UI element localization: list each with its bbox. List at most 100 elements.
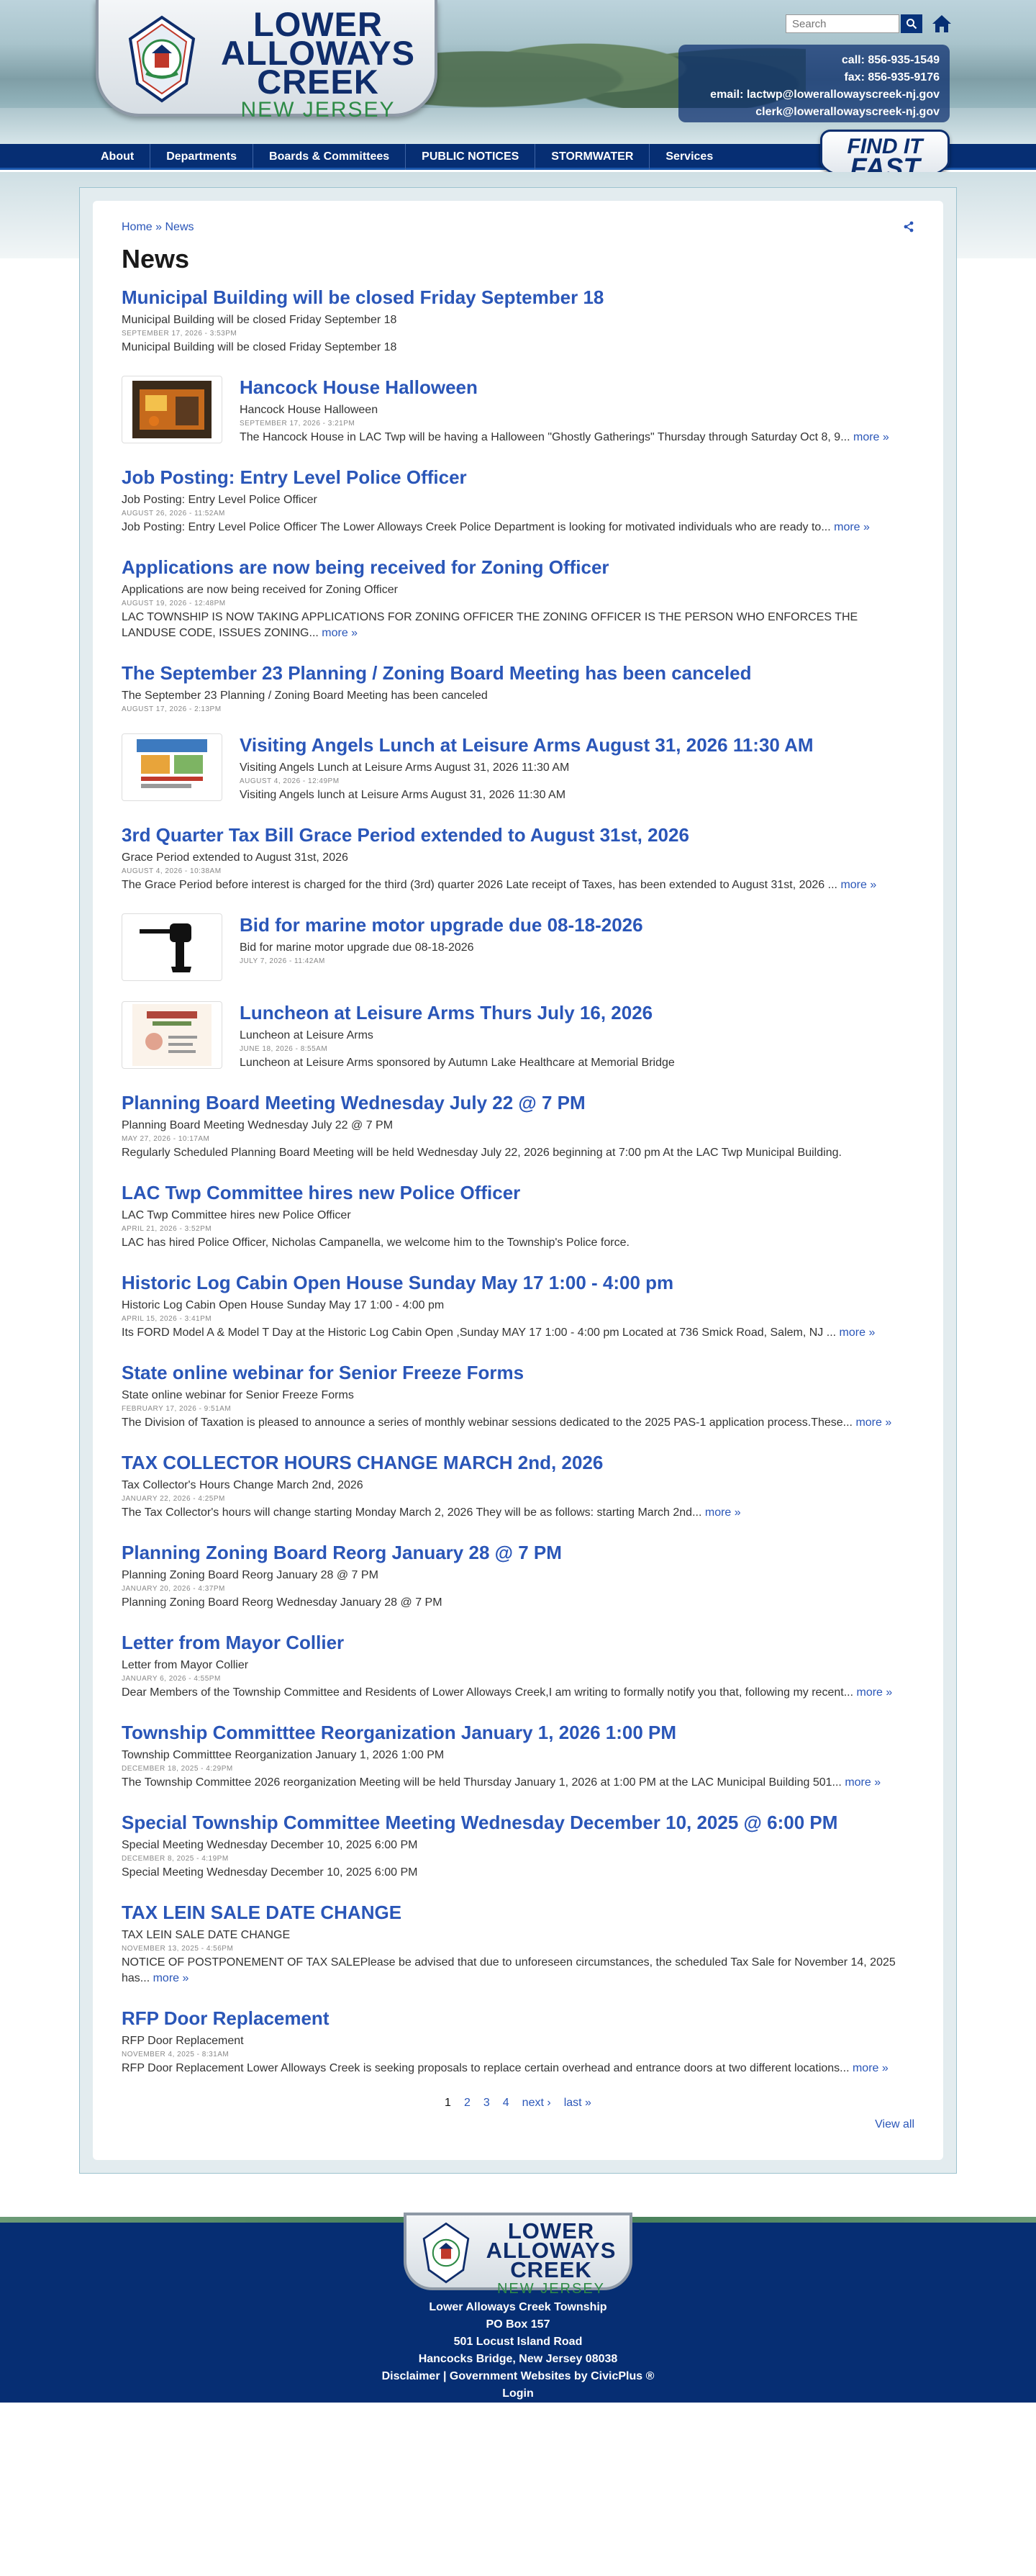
news-item: Letter from Mayor Collier Letter from May… — [122, 1631, 914, 1701]
news-item-summary: Grace Period extended to August 31st, 20… — [122, 851, 348, 864]
site-header: LOWER ALLOWAYS CREEK NEW JERSEY call: 85… — [0, 0, 1036, 144]
news-item: Municipal Building will be closed Friday… — [122, 286, 914, 356]
news-item-title[interactable]: Visiting Angels Lunch at Leisure Arms Au… — [240, 734, 814, 756]
news-item-title[interactable]: Planning Zoning Board Reorg January 28 @… — [122, 1542, 562, 1563]
news-item: Historic Log Cabin Open House Sunday May… — [122, 1271, 914, 1341]
search-bar — [786, 13, 953, 35]
disclaimer-link[interactable]: Disclaimer — [382, 2370, 440, 2382]
contact-clerk-email[interactable]: clerk@lowerallowayscreek-nj.gov — [689, 104, 940, 121]
news-item-body: RFP Door Replacement RFP Door Replacement… — [122, 2007, 914, 2076]
news-item-body: State online webinar for Senior Freeze F… — [122, 1361, 914, 1431]
news-item: LAC Twp Committee hires new Police Offic… — [122, 1181, 914, 1251]
login-link[interactable]: Login — [0, 2385, 1036, 2403]
news-item-title[interactable]: Letter from Mayor Collier — [122, 1632, 344, 1653]
news-item: State online webinar for Senior Freeze F… — [122, 1361, 914, 1431]
more-link[interactable]: more » — [705, 1506, 741, 1519]
news-item-title[interactable]: Special Township Committee Meeting Wedne… — [122, 1812, 837, 1833]
more-link[interactable]: more » — [853, 2062, 889, 2074]
news-item-body: 3rd Quarter Tax Bill Grace Period extend… — [122, 823, 914, 893]
contact-box: call: 856-935-1549 fax: 856-935-9176 ema… — [678, 45, 950, 122]
page-3[interactable]: 3 — [483, 2097, 490, 2110]
news-list: Municipal Building will be closed Friday… — [122, 286, 914, 2076]
news-item-title[interactable]: Hancock House Halloween — [240, 376, 478, 398]
news-item: 3rd Quarter Tax Bill Grace Period extend… — [122, 823, 914, 893]
search-input[interactable] — [786, 14, 899, 33]
view-all-link[interactable]: View all — [875, 2118, 914, 2130]
news-item-date: NOVEMBER 13, 2025 - 4:56PM — [122, 1945, 234, 1953]
news-item: Applications are now being received for … — [122, 556, 914, 641]
page-4[interactable]: 4 — [503, 2097, 509, 2110]
footer-logo[interactable]: LOWER ALLOWAYS CREEK NEW JERSEY — [404, 2213, 632, 2297]
more-link[interactable]: more » — [834, 521, 870, 533]
news-thumbnail[interactable] — [122, 376, 222, 443]
news-item-title[interactable]: 3rd Quarter Tax Bill Grace Period extend… — [122, 824, 689, 846]
news-item-title[interactable]: Bid for marine motor upgrade due 08-18-2… — [240, 914, 643, 936]
nav-item-departments[interactable]: Departments — [150, 144, 254, 170]
contact-phone[interactable]: call: 856-935-1549 — [689, 52, 940, 69]
news-item: The September 23 Planning / Zoning Board… — [122, 661, 914, 713]
news-item-excerpt: LAC TOWNSHIP IS NOW TAKING APPLICATIONS … — [122, 611, 858, 639]
breadcrumb-home[interactable]: Home — [122, 221, 153, 233]
news-item-title[interactable]: Planning Board Meeting Wednesday July 22… — [122, 1092, 586, 1113]
news-item-title[interactable]: TAX COLLECTOR HOURS CHANGE MARCH 2nd, 20… — [122, 1452, 603, 1473]
news-item-date: APRIL 21, 2026 - 3:52PM — [122, 1225, 212, 1233]
news-item-title[interactable]: RFP Door Replacement — [122, 2007, 329, 2029]
search-button[interactable] — [901, 14, 922, 33]
news-item-body: Planning Board Meeting Wednesday July 22… — [122, 1091, 914, 1161]
contact-fax: fax: 856-935-9176 — [844, 71, 940, 83]
news-item-text: NOTICE OF POSTPONEMENT OF TAX SALEPlease… — [122, 1955, 914, 1987]
news-thumbnail[interactable] — [122, 733, 222, 801]
news-item: Job Posting: Entry Level Police Officer J… — [122, 466, 914, 535]
news-item-excerpt: Regularly Scheduled Planning Board Meeti… — [122, 1147, 842, 1159]
more-link[interactable]: more » — [153, 1972, 189, 1984]
more-link[interactable]: more » — [840, 1327, 876, 1339]
more-link[interactable]: more » — [840, 879, 876, 891]
footer-logo-line-3: CREEK — [510, 2257, 592, 2282]
news-item-date: SEPTEMBER 17, 2026 - 3:53PM — [122, 330, 237, 338]
next-page[interactable]: next › — [522, 2097, 551, 2110]
news-item-title[interactable]: Applications are now being received for … — [122, 556, 609, 578]
news-item-date: JANUARY 6, 2026 - 4:55PM — [122, 1675, 221, 1683]
more-link[interactable]: more » — [856, 1686, 892, 1699]
news-item-text: Municipal Building will be closed Friday… — [122, 340, 914, 356]
news-item-title[interactable]: Historic Log Cabin Open House Sunday May… — [122, 1272, 673, 1293]
more-link[interactable]: more » — [322, 627, 358, 639]
news-item-body: Planning Zoning Board Reorg January 28 @… — [122, 1541, 914, 1611]
more-link[interactable]: more » — [853, 431, 889, 443]
news-item-title[interactable]: State online webinar for Senior Freeze F… — [122, 1362, 524, 1383]
news-item-summary: Bid for marine motor upgrade due 08-18-2… — [240, 941, 474, 954]
news-item-body: Historic Log Cabin Open House Sunday May… — [122, 1271, 914, 1341]
contact-email[interactable]: email: lactwp@lowerallowayscreek-nj.gov — [689, 86, 940, 104]
news-item-title[interactable]: Township Committtee Reorganization Janua… — [122, 1722, 676, 1743]
nav-item-stormwater[interactable]: STORMWATER — [535, 144, 650, 170]
news-item-title[interactable]: LAC Twp Committee hires new Police Offic… — [122, 1182, 520, 1203]
page-2[interactable]: 2 — [464, 2097, 471, 2110]
breadcrumb-separator: » — [152, 221, 165, 233]
news-item-date: AUGUST 4, 2026 - 12:49PM — [240, 777, 340, 785]
news-item-title[interactable]: Municipal Building will be closed Friday… — [122, 286, 604, 308]
news-thumbnail[interactable] — [122, 913, 222, 981]
nav-item-public-notices[interactable]: PUBLIC NOTICES — [406, 144, 536, 170]
site-footer: LOWER ALLOWAYS CREEK NEW JERSEY Lower Al… — [0, 2213, 1036, 2403]
share-icon[interactable] — [903, 221, 914, 232]
news-item-title[interactable]: Job Posting: Entry Level Police Officer — [122, 466, 467, 488]
last-page[interactable]: last » — [564, 2097, 591, 2110]
more-link[interactable]: more » — [855, 1416, 891, 1429]
footer-logo-subtitle: NEW JERSEY — [496, 2281, 606, 2297]
news-item-summary: Visiting Angels Lunch at Leisure Arms Au… — [240, 761, 570, 774]
news-item-excerpt: RFP Door Replacement Lower Alloways Cree… — [122, 2062, 850, 2074]
news-item-title[interactable]: Luncheon at Leisure Arms Thurs July 16, … — [240, 1002, 653, 1023]
news-item-date: FEBRUARY 17, 2026 - 9:51AM — [122, 1405, 232, 1413]
nav-item-boards[interactable]: Boards & Committees — [253, 144, 406, 170]
site-logo[interactable]: LOWER ALLOWAYS CREEK NEW JERSEY — [96, 0, 437, 122]
nav-item-services[interactable]: Services — [650, 144, 729, 170]
more-link[interactable]: more » — [845, 1776, 881, 1789]
home-link[interactable] — [931, 13, 953, 35]
nav-item-about[interactable]: About — [85, 144, 151, 170]
civicplus-link[interactable]: Government Websites by CivicPlus ® — [450, 2370, 654, 2382]
news-thumbnail[interactable] — [122, 1001, 222, 1069]
news-item-title[interactable]: TAX LEIN SALE DATE CHANGE — [122, 1902, 401, 1923]
news-item-title[interactable]: The September 23 Planning / Zoning Board… — [122, 662, 752, 684]
news-item-date: MAY 27, 2026 - 10:17AM — [122, 1135, 210, 1143]
breadcrumb-current[interactable]: News — [165, 221, 194, 233]
